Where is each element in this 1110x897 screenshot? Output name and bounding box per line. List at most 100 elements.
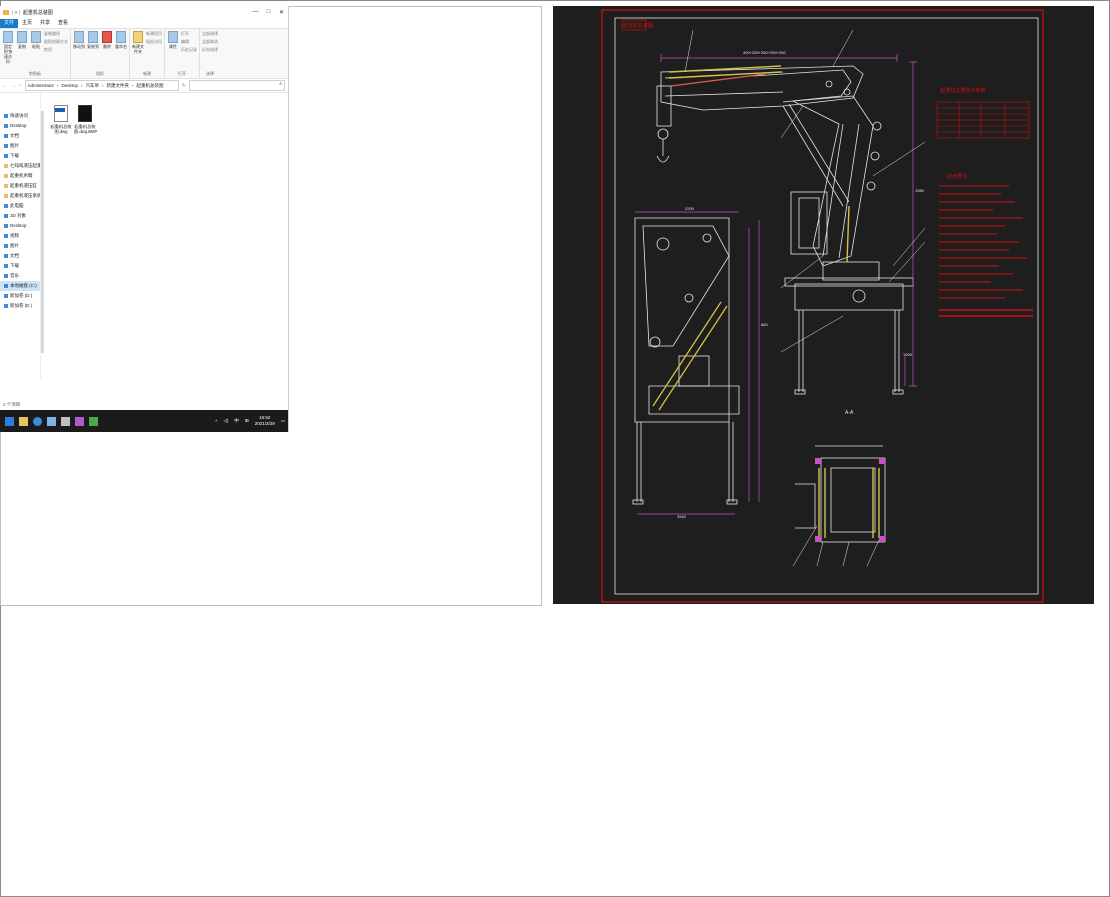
select-all-button[interactable]: 全部选择 [202, 31, 218, 37]
sidebar-item-label: 视频 [10, 233, 19, 238]
cube-icon [4, 214, 8, 218]
file-item-bmp[interactable]: 起重机总装图.dwg.BMP [74, 105, 97, 134]
history-button[interactable]: 历史记录 [181, 47, 197, 53]
picture-icon [4, 144, 8, 148]
browser-taskbar-icon[interactable] [33, 416, 42, 426]
sidebar-item-label: 图片 [10, 143, 19, 148]
properties-button[interactable]: 属性 [167, 31, 179, 53]
document-taskbar-icon[interactable] [47, 416, 56, 426]
new-folder-button[interactable]: 新建文件夹 [132, 31, 144, 54]
quick-access-toolbar[interactable]: | ▾ | [12, 10, 20, 16]
sidebar-item[interactable]: 文档 [0, 131, 40, 141]
leader-lines [684, 29, 926, 353]
sidebar-item[interactable]: 视频 [0, 231, 40, 241]
sidebar-item[interactable]: 图片 [0, 241, 40, 251]
back-arrow-icon[interactable]: ← [3, 83, 8, 89]
clock[interactable]: 15:52 2021/3/29 [255, 415, 275, 427]
breadcrumb-item[interactable]: Administrator [28, 83, 55, 88]
copy-path-button[interactable]: 复制路径 [44, 31, 68, 37]
ribbon-tabs: 文件 主页 共享 查看 [0, 19, 288, 29]
sidebar-item[interactable]: 快速访问 [0, 111, 40, 121]
maximize-button[interactable]: □ [262, 9, 275, 16]
paste-shortcut-button[interactable]: 粘贴快捷方式 [44, 39, 68, 45]
paste-button[interactable]: 粘贴 [30, 31, 42, 64]
select-none-button[interactable]: 全部取消 [202, 39, 218, 45]
excel-taskbar-icon[interactable] [89, 416, 98, 426]
sidebar-item[interactable]: 起重机液压系统 [0, 191, 40, 201]
sidebar-item[interactable]: 起重机液压缸 [0, 181, 40, 191]
tab-view[interactable]: 查看 [54, 19, 72, 28]
folder-icon [3, 10, 9, 15]
star-icon [4, 114, 8, 118]
sidebar-item[interactable]: 下载 [0, 151, 40, 161]
move-to-button[interactable]: 移动到 [73, 31, 85, 49]
sidebar-item-label: 七吨吨液压起重机 [10, 163, 40, 168]
easy-access-button[interactable]: 轻松访问 [146, 39, 162, 45]
breadcrumb-item[interactable]: Desktop [62, 83, 79, 88]
sidebar-item[interactable]: 下载 [0, 261, 40, 271]
sidebar-item[interactable]: Desktop [0, 221, 40, 231]
address-bar[interactable]: Administrator › Desktop › 汽车吊 › 新建文件夹 › 起重机总… [24, 80, 179, 91]
file-item-dwg[interactable]: 起重机总装图.dwg [50, 105, 72, 134]
move-to-label: 移动到 [73, 44, 85, 49]
sidebar-item[interactable]: 图片 [0, 141, 40, 151]
group-label: 新建 [143, 71, 151, 76]
up-arrow-icon[interactable]: ↑ [19, 83, 22, 89]
breadcrumb-item[interactable]: 起重机总装图 [137, 83, 164, 89]
disk-icon [4, 284, 8, 288]
crane-assembly-drawing: 起重机总装图 400+250+250+250+250 1980 1900 220… [601, 9, 1044, 603]
sidebar-item[interactable]: 3D 对象 [0, 211, 40, 221]
search-input[interactable]: ⌕ [189, 80, 285, 91]
clock-date: 2021/3/29 [254, 421, 275, 426]
refresh-icon[interactable]: ↻ [182, 83, 186, 89]
keyboard-icon[interactable]: ⊞ [245, 418, 249, 424]
breadcrumb-item[interactable]: 新建文件夹 [107, 83, 130, 89]
sidebar-item[interactable]: 起重机吊臂 [0, 171, 40, 181]
sidebar-item[interactable]: 新加卷 (D:) [0, 291, 40, 301]
sidebar-item[interactable]: 此电脑 [0, 201, 40, 211]
document-icon [4, 134, 8, 138]
edit-button[interactable]: 编辑 [181, 39, 197, 45]
window-title: 起重机总装图 [22, 10, 53, 16]
document-icon [4, 254, 8, 258]
dimension-text: 3540 [677, 514, 687, 519]
sidebar-item-label: 下载 [10, 263, 19, 268]
start-icon[interactable] [5, 416, 14, 426]
copy-button[interactable]: 复制 [16, 31, 28, 64]
notification-icon[interactable]: ▭ [281, 418, 285, 424]
volume-icon[interactable]: ◁) [223, 418, 228, 424]
app-taskbar-icon[interactable] [61, 416, 70, 426]
new-item-button[interactable]: 新建项目 [146, 31, 162, 37]
sidebar-item[interactable]: 本地磁盘 (C:) [0, 281, 40, 291]
close-button[interactable]: ✕ [275, 9, 288, 16]
ime-indicator[interactable]: 中 [234, 418, 239, 424]
tab-file[interactable]: 文件 [0, 19, 19, 28]
cad-taskbar-icon[interactable] [75, 416, 84, 426]
title-bar: | ▾ | 起重机总装图 — □ ✕ [0, 6, 288, 19]
forward-arrow-icon[interactable]: → [11, 83, 16, 89]
tab-home[interactable]: 主页 [18, 19, 36, 28]
navigation-pane: 快速访问 Desktop 文档 图片 下载 七吨吨液压起重机 起重机吊臂 起重机… [0, 93, 41, 379]
copy-to-label: 复制到 [87, 44, 99, 49]
tab-share[interactable]: 共享 [36, 19, 54, 28]
delete-button[interactable]: 删除 [101, 31, 113, 49]
cut-button[interactable]: 剪切 [44, 47, 68, 53]
dimension-text: 400+250+250+250+250 [743, 50, 786, 55]
open-button[interactable]: 打开 [181, 31, 197, 37]
tray-caret-icon[interactable]: ^ [215, 419, 217, 424]
copy-to-button[interactable]: 复制到 [87, 31, 99, 49]
properties-label: 属性 [169, 44, 177, 49]
minimize-button[interactable]: — [249, 9, 262, 16]
explorer-taskbar-icon[interactable] [19, 416, 28, 426]
invert-selection-button[interactable]: 反向选择 [202, 47, 218, 53]
sidebar-item[interactable]: 七吨吨液压起重机 [0, 161, 40, 171]
breadcrumb-item[interactable]: 汽车吊 [86, 83, 100, 89]
pin-quick-access-button[interactable]: 固定到'快速访问' [2, 31, 14, 64]
rename-button[interactable]: 重命名 [115, 31, 127, 49]
sidebar-item[interactable]: 音乐 [0, 271, 40, 281]
sidebar-item[interactable]: 新加卷 (E:) [0, 301, 40, 311]
new-folder-icon [133, 31, 143, 43]
sidebar-item[interactable]: 文档 [0, 251, 40, 261]
section-label: A-A [845, 410, 854, 416]
sidebar-item[interactable]: Desktop [0, 121, 40, 131]
